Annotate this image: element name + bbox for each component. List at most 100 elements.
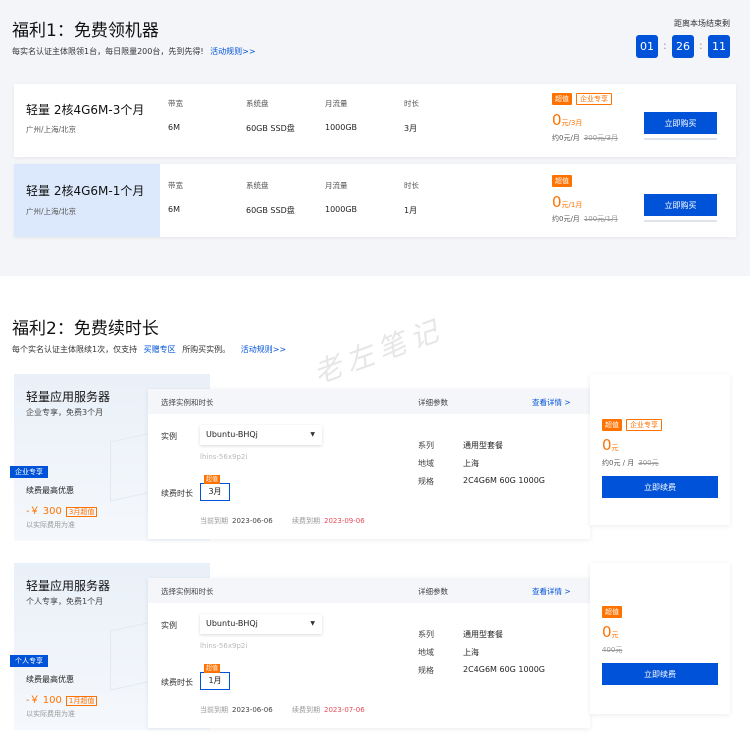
duration-option[interactable]: 1月: [200, 672, 230, 690]
renew-expiry: 续费到期 2023-09-06: [292, 516, 365, 526]
instance-value: Ubuntu-BHQj: [206, 619, 258, 628]
panel-header: [148, 578, 590, 603]
badge-enterprise: 企业专享: [626, 419, 662, 431]
countdown-separator: :: [663, 39, 667, 52]
instance-id: lhins-56x9p2i: [200, 453, 248, 461]
instance-label: 实例: [161, 621, 177, 630]
select-header: 选择实例和时长: [161, 398, 214, 407]
detail-key: 规格: [418, 666, 434, 675]
renew-expiry-value: 2023-09-06: [324, 517, 365, 525]
promo-subtitle: 个人专享，免费1个月: [26, 597, 104, 606]
instance-id: lhins-56x9p2i: [200, 642, 248, 650]
chevron-down-icon: ▼: [310, 620, 315, 627]
price-value: 0: [602, 623, 612, 641]
detail-value: 2C4G6M 60G 1000G: [463, 476, 545, 485]
price-original: 300元: [638, 459, 659, 467]
countdown-minutes: 26: [672, 35, 694, 58]
current-expiry-label: 当前到期: [200, 517, 228, 525]
promo-amount-value: -￥ 300: [26, 506, 62, 517]
promo-subtitle: 企业专享，免费3个月: [26, 408, 104, 417]
spec-header-disk: 系统盘: [246, 99, 269, 108]
detail-value: 2C4G6M 60G 1000G: [463, 665, 545, 674]
spec-duration: 3月: [404, 124, 418, 133]
renew-expiry-label: 续费到期: [292, 517, 320, 525]
renew-now-button[interactable]: 立即续费: [602, 476, 718, 498]
spec-header-duration: 时长: [404, 181, 419, 190]
promo-amount: -￥ 100 1月超值: [26, 691, 98, 706]
duration-option[interactable]: 3月: [200, 483, 230, 501]
current-expiry-value: 2023-06-06: [232, 706, 273, 714]
spec-header-duration: 时长: [404, 99, 419, 108]
price: 0元/1月: [552, 193, 582, 211]
button-underline: [644, 220, 717, 222]
detail-value: 上海: [463, 648, 479, 657]
duration-label: 续费时长: [161, 678, 193, 687]
buy-now-button[interactable]: 立即购买: [644, 112, 717, 134]
panel-header: [148, 389, 590, 414]
view-details-link[interactable]: 查看详情 >: [532, 586, 571, 597]
renew-now-button[interactable]: 立即续费: [602, 663, 718, 685]
badge-enterprise: 企业专享: [576, 93, 612, 105]
product-region: 广州/上海/北京: [26, 207, 77, 216]
badge-hot: 超值: [552, 175, 572, 187]
buy-gift-zone-link[interactable]: 买赠专区: [144, 345, 176, 354]
buy-now-button[interactable]: 立即购买: [644, 194, 717, 216]
welfare1-subtitle-text: 每实名认证主体限领1台，每日限量200台，先到先得!: [12, 47, 204, 56]
current-expiry-label: 当前到期: [200, 706, 228, 714]
product-info: 轻量 2核4G6M-3个月 广州/上海/北京: [14, 84, 160, 157]
welfare2-subtitle-text: 每个实名认证主体限续1次，仅支持: [12, 345, 138, 354]
welfare2-rules-link[interactable]: 活动规则>>: [241, 345, 286, 354]
spec-disk: 60GB SSD盘: [246, 124, 295, 133]
renew-expiry-label: 续费到期: [292, 706, 320, 714]
promo-desc: 续费最高优惠: [26, 486, 74, 495]
price-sub: 400元: [602, 645, 622, 655]
price-box: 超值 企业专享 0元/3月 约0元/月 300元/3月 立即购买: [544, 84, 736, 157]
renewal-card-personal: 轻量应用服务器 个人专享，免费1个月 个人专享 续费最高优惠 -￥ 100 1月超…: [10, 563, 730, 730]
countdown-seconds: 11: [708, 35, 730, 58]
detail-value: 上海: [463, 459, 479, 468]
spec-traffic: 1000GB: [325, 205, 358, 214]
duration-label: 续费时长: [161, 489, 193, 498]
product-card-1month[interactable]: 轻量 2核4G6M-1个月 广州/上海/北京 带宽 系统盘 月流量 时长 6M …: [14, 164, 736, 237]
detail-header: 详细参数: [418, 587, 448, 596]
enterprise-tag: 企业专享: [10, 466, 48, 478]
price-sub: 约0元/月 100元/1月: [552, 214, 618, 224]
welfare1-subtitle: 每实名认证主体限领1台，每日限量200台，先到先得! 活动规则>>: [12, 46, 256, 57]
promo-title: 轻量应用服务器: [26, 579, 111, 593]
detail-key: 地域: [418, 648, 434, 657]
welfare1-section: 福利1：免费领机器 每实名认证主体限领1台，每日限量200台，先到先得! 活动规…: [0, 0, 750, 276]
spec-header-traffic: 月流量: [325, 99, 348, 108]
instance-select[interactable]: Ubuntu-BHQj ▼: [200, 425, 322, 445]
spec-header-disk: 系统盘: [246, 181, 269, 190]
product-name: 轻量 2核4G6M-1个月: [26, 184, 145, 198]
price-sub: 约0元 / 月 300元: [602, 458, 659, 468]
price: 0元/3月: [552, 111, 582, 129]
price-value: 0: [552, 193, 562, 211]
detail-value: 通用型套餐: [463, 441, 503, 450]
welfare2-subtitle: 每个实名认证主体限续1次，仅支持 买赠专区 所购买实例。 活动规则>>: [12, 344, 286, 355]
price-monthly: 约0元/月: [552, 215, 580, 223]
instance-label: 实例: [161, 432, 177, 441]
product-info: 轻量 2核4G6M-1个月 广州/上海/北京: [14, 164, 160, 237]
spec-traffic: 1000GB: [325, 123, 358, 132]
detail-key: 地域: [418, 459, 434, 468]
countdown-hours: 01: [636, 35, 658, 58]
badge-hot: 超值: [602, 606, 622, 618]
renewal-card-enterprise: 轻量应用服务器 企业专享，免费3个月 企业专享 续费最高优惠 -￥ 300 3月超…: [10, 374, 730, 541]
welfare1-rules-link[interactable]: 活动规则>>: [210, 47, 255, 56]
view-details-link[interactable]: 查看详情 >: [532, 397, 571, 408]
price-unit: 元: [611, 631, 619, 639]
promo-desc: 续费最高优惠: [26, 675, 74, 684]
product-card-3month[interactable]: 轻量 2核4G6M-3个月 广州/上海/北京 带宽 系统盘 月流量 时长 6M …: [14, 84, 736, 157]
price-monthly: 约0元 / 月: [602, 459, 635, 467]
price-value: 0: [552, 111, 562, 129]
button-underline: [644, 138, 717, 140]
instance-select[interactable]: Ubuntu-BHQj ▼: [200, 614, 322, 634]
promo-badge: 1月超值: [65, 696, 98, 706]
renewal-panel: 选择实例和时长 详细参数 查看详情 > 实例 Ubuntu-BHQj ▼ lhin…: [148, 389, 590, 539]
price-unit: 元/3月: [561, 119, 583, 127]
price-original: 300元/3月: [583, 134, 618, 142]
renewal-price-box: 超值 企业专享 0元 约0元 / 月 300元 立即续费: [590, 374, 730, 525]
promo-note: 以实际费用为准: [26, 521, 75, 529]
price-sub: 约0元/月 300元/3月: [552, 133, 618, 143]
